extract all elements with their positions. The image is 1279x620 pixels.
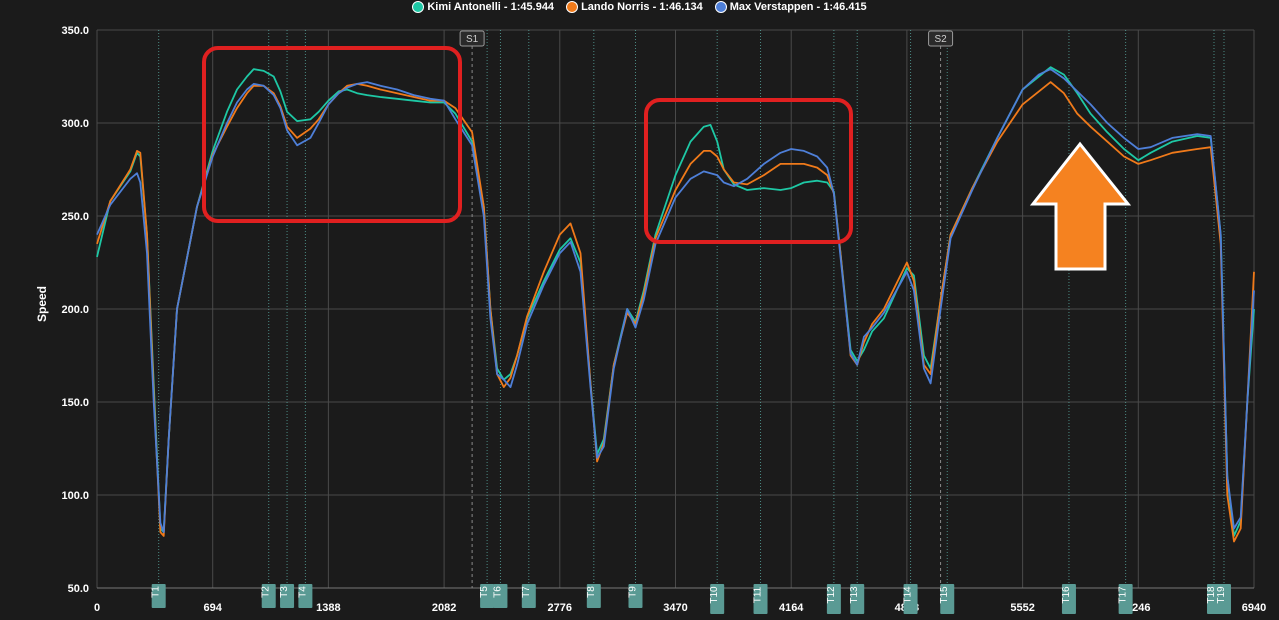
y-tick-label: 150.0 [61, 397, 89, 409]
turn-label: T19 [1216, 586, 1227, 604]
arrow-up-icon [1029, 141, 1132, 271]
x-tick-label: 3470 [663, 602, 687, 614]
y-tick-label: 50.0 [68, 583, 89, 595]
x-tick-label: 1388 [316, 602, 340, 614]
sector-label: S2 [934, 34, 947, 45]
x-tick-label: 694 [204, 602, 223, 614]
turn-label: T6 [492, 586, 503, 598]
sector-label: S1 [466, 34, 479, 45]
turn-label: T12 [826, 586, 837, 604]
y-tick-label: 350.0 [61, 25, 89, 37]
y-axis-label: Speed [35, 286, 49, 322]
turn-label: T4 [297, 586, 308, 598]
turn-label: T3 [279, 586, 290, 598]
turn-label: T13 [849, 586, 860, 604]
x-tick-label: 5552 [1010, 602, 1034, 614]
turn-label: T8 [586, 586, 597, 598]
x-tick-label: 0 [94, 602, 100, 614]
turn-label: T16 [1061, 586, 1072, 604]
highlight-box [202, 46, 462, 223]
y-tick-label: 100.0 [61, 490, 89, 502]
turn-label: T17 [1118, 586, 1129, 604]
x-tick-label: 4164 [779, 602, 804, 614]
turn-label: T5 [479, 586, 490, 598]
plot-area: 50.0 100.0 150.0 200.0 250.0 300.0 350.0 0 694 13… [35, 25, 1266, 614]
turn-label: T15 [939, 586, 950, 604]
y-tick-label: 200.0 [61, 304, 89, 316]
turn-label: T1 [151, 586, 162, 598]
turn-label: T11 [753, 586, 764, 603]
turn-label: T14 [903, 586, 914, 604]
y-tick-label: 300.0 [61, 118, 89, 130]
turn-label: T7 [521, 586, 532, 598]
turn-label: T2 [261, 586, 272, 598]
turn-label: T9 [627, 586, 638, 598]
x-tick-label: 2082 [432, 602, 456, 614]
turn-label: T10 [709, 586, 720, 604]
y-tick-label: 250.0 [61, 211, 89, 223]
x-tick-label: 2776 [548, 602, 572, 614]
x-tick-label: 6940 [1242, 602, 1266, 614]
speed-chart: Kimi Antonelli - 1:45.944 Lando Norris -… [0, 0, 1279, 620]
